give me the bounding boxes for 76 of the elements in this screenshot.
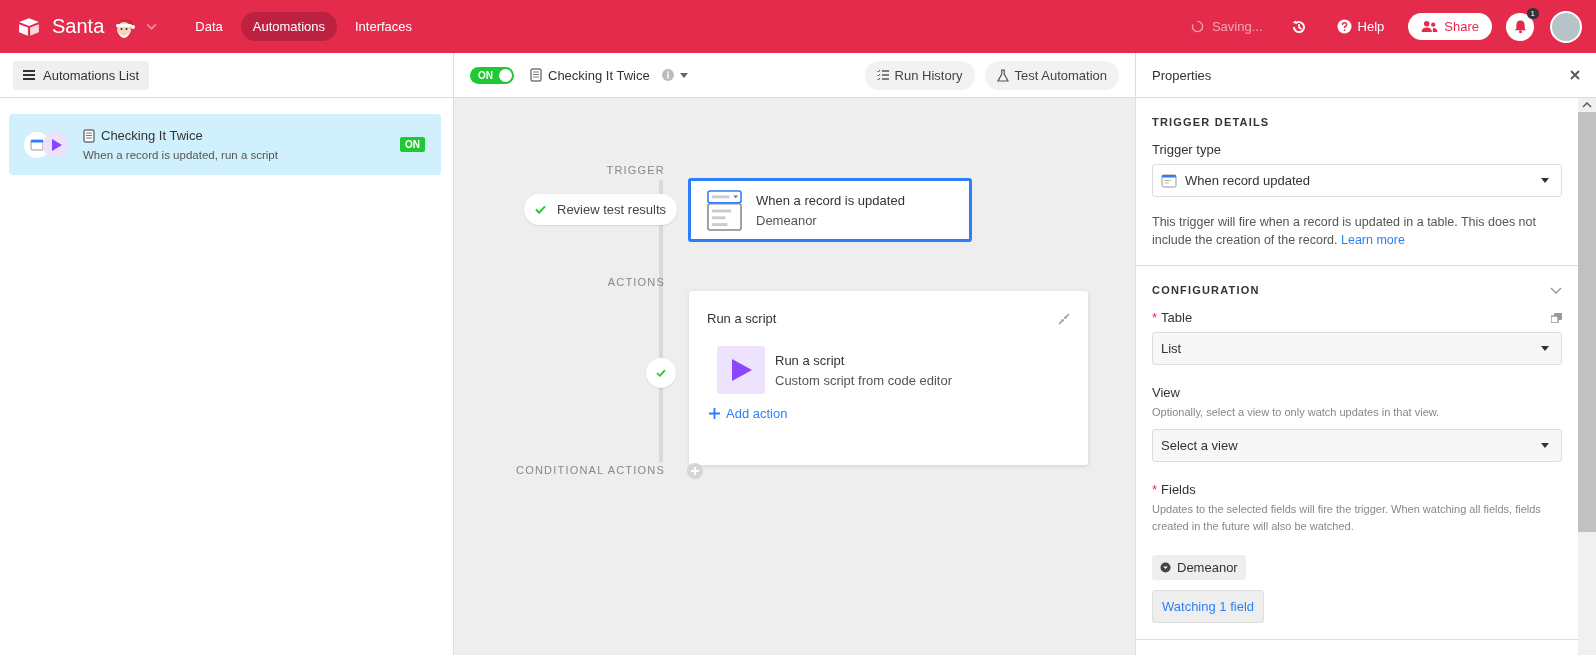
script-document-icon [530, 68, 542, 82]
field-label: Fields [1161, 482, 1196, 497]
record-icon [1161, 172, 1177, 189]
bell-icon [1512, 19, 1528, 34]
learn-more-link[interactable]: Learn more [1341, 233, 1405, 247]
section-label: CONDITIONAL ACTIONS [516, 464, 665, 476]
panel-title: Properties [1152, 67, 1212, 83]
view-dropdown[interactable]: Select a view [1152, 429, 1562, 462]
notifications-button[interactable] [1506, 12, 1534, 41]
required-mark: * [1152, 310, 1158, 325]
automation-list-item[interactable]: Checking It Twice When a record is updated, run a script ON [9, 114, 441, 175]
add-action-link[interactable]: Add action [709, 406, 788, 421]
collapse-icon[interactable] [1058, 312, 1070, 325]
nav-tab[interactable]: Automations [240, 12, 337, 41]
trigger-table-name: Demeanor [756, 212, 818, 228]
nav-tab[interactable]: Data [183, 12, 235, 41]
chevron-down-icon[interactable] [1550, 286, 1562, 294]
action-card-title: Run a script [707, 311, 777, 326]
automations-list-button[interactable]: Automations List [13, 60, 150, 90]
record-form-icon [707, 189, 742, 231]
section-label: TRIGGER [606, 164, 665, 176]
caret-down-icon [1541, 346, 1549, 351]
automation-name[interactable]: Checking It Twice [548, 67, 650, 83]
view-help-text: Optionally, select a view to only watch updates in that view. [1152, 405, 1441, 420]
logo-icon[interactable] [18, 16, 40, 37]
script-document-icon [83, 128, 95, 143]
checklist-icon [876, 69, 889, 81]
avatar[interactable] [1550, 10, 1582, 43]
automation-title: Checking It Twice [101, 128, 203, 143]
status-badge: ON [400, 137, 425, 152]
scrollbar[interactable] [1578, 98, 1596, 655]
trigger-help-text: This trigger will fire when a record is updated in a table. This does not include the creation of the record. Learn more [1152, 214, 1537, 249]
required-mark: * [1152, 482, 1158, 497]
history-icon[interactable] [1290, 18, 1307, 35]
automation-description: When a record is updated, run a script [83, 149, 279, 161]
caret-down-icon [1541, 178, 1549, 183]
action-card[interactable]: Run a script Run a script Custom script from code editor Add action [689, 291, 1088, 465]
field-label: Table [1161, 310, 1193, 325]
run-history-button[interactable]: Run History [864, 60, 975, 90]
action-title: Run a script [775, 352, 846, 368]
field-label: Trigger type [1152, 142, 1221, 157]
share-button[interactable]: Share [1408, 13, 1492, 40]
checkmark-icon [656, 369, 666, 377]
caret-down-icon[interactable] [679, 72, 688, 78]
checkmark-icon [535, 205, 546, 214]
section-label: ACTIONS [607, 276, 665, 288]
flask-icon [996, 68, 1009, 82]
plus-icon [709, 408, 720, 419]
question-icon [1336, 19, 1352, 34]
expand-icon[interactable] [1551, 312, 1562, 323]
field-label: View [1152, 385, 1180, 400]
section-heading: TRIGGER DETAILS [1152, 116, 1271, 128]
action-description: Custom script from code editor [775, 372, 952, 388]
scroll-up-icon[interactable] [1582, 102, 1592, 108]
section-heading: CONFIGURATION [1152, 284, 1260, 296]
field-chip: Demeanor [1152, 555, 1246, 580]
fields-help-text: Updates to the selected fields will fire the trigger. When watching all fields, fields created in the future will also be watched. [1152, 502, 1542, 534]
saving-status: Saving... [1211, 19, 1263, 34]
notification-badge: 1 [1526, 7, 1539, 19]
trigger-title: When a record is updated [756, 192, 905, 208]
dropdown-circle-icon [1160, 562, 1171, 573]
review-test-results-button[interactable]: Review test results [524, 194, 678, 225]
people-icon [1421, 20, 1439, 33]
play-script-icon [717, 346, 765, 394]
table-dropdown[interactable]: List [1152, 332, 1562, 365]
menu-icon [23, 70, 35, 80]
spinner-icon [1190, 20, 1204, 33]
caret-down-icon [1541, 443, 1549, 448]
trigger-and-script-icon [23, 130, 71, 159]
base-name[interactable]: Santa [52, 15, 105, 38]
nav-tab[interactable]: Interfaces [343, 12, 425, 41]
help-button[interactable]: Help [1330, 18, 1391, 35]
trigger-card[interactable]: When a record is updated Demeanor [688, 178, 972, 242]
close-icon[interactable] [1570, 70, 1580, 80]
test-automation-button[interactable]: Test Automation [984, 60, 1119, 90]
trigger-type-dropdown[interactable]: When record updated [1152, 164, 1562, 197]
